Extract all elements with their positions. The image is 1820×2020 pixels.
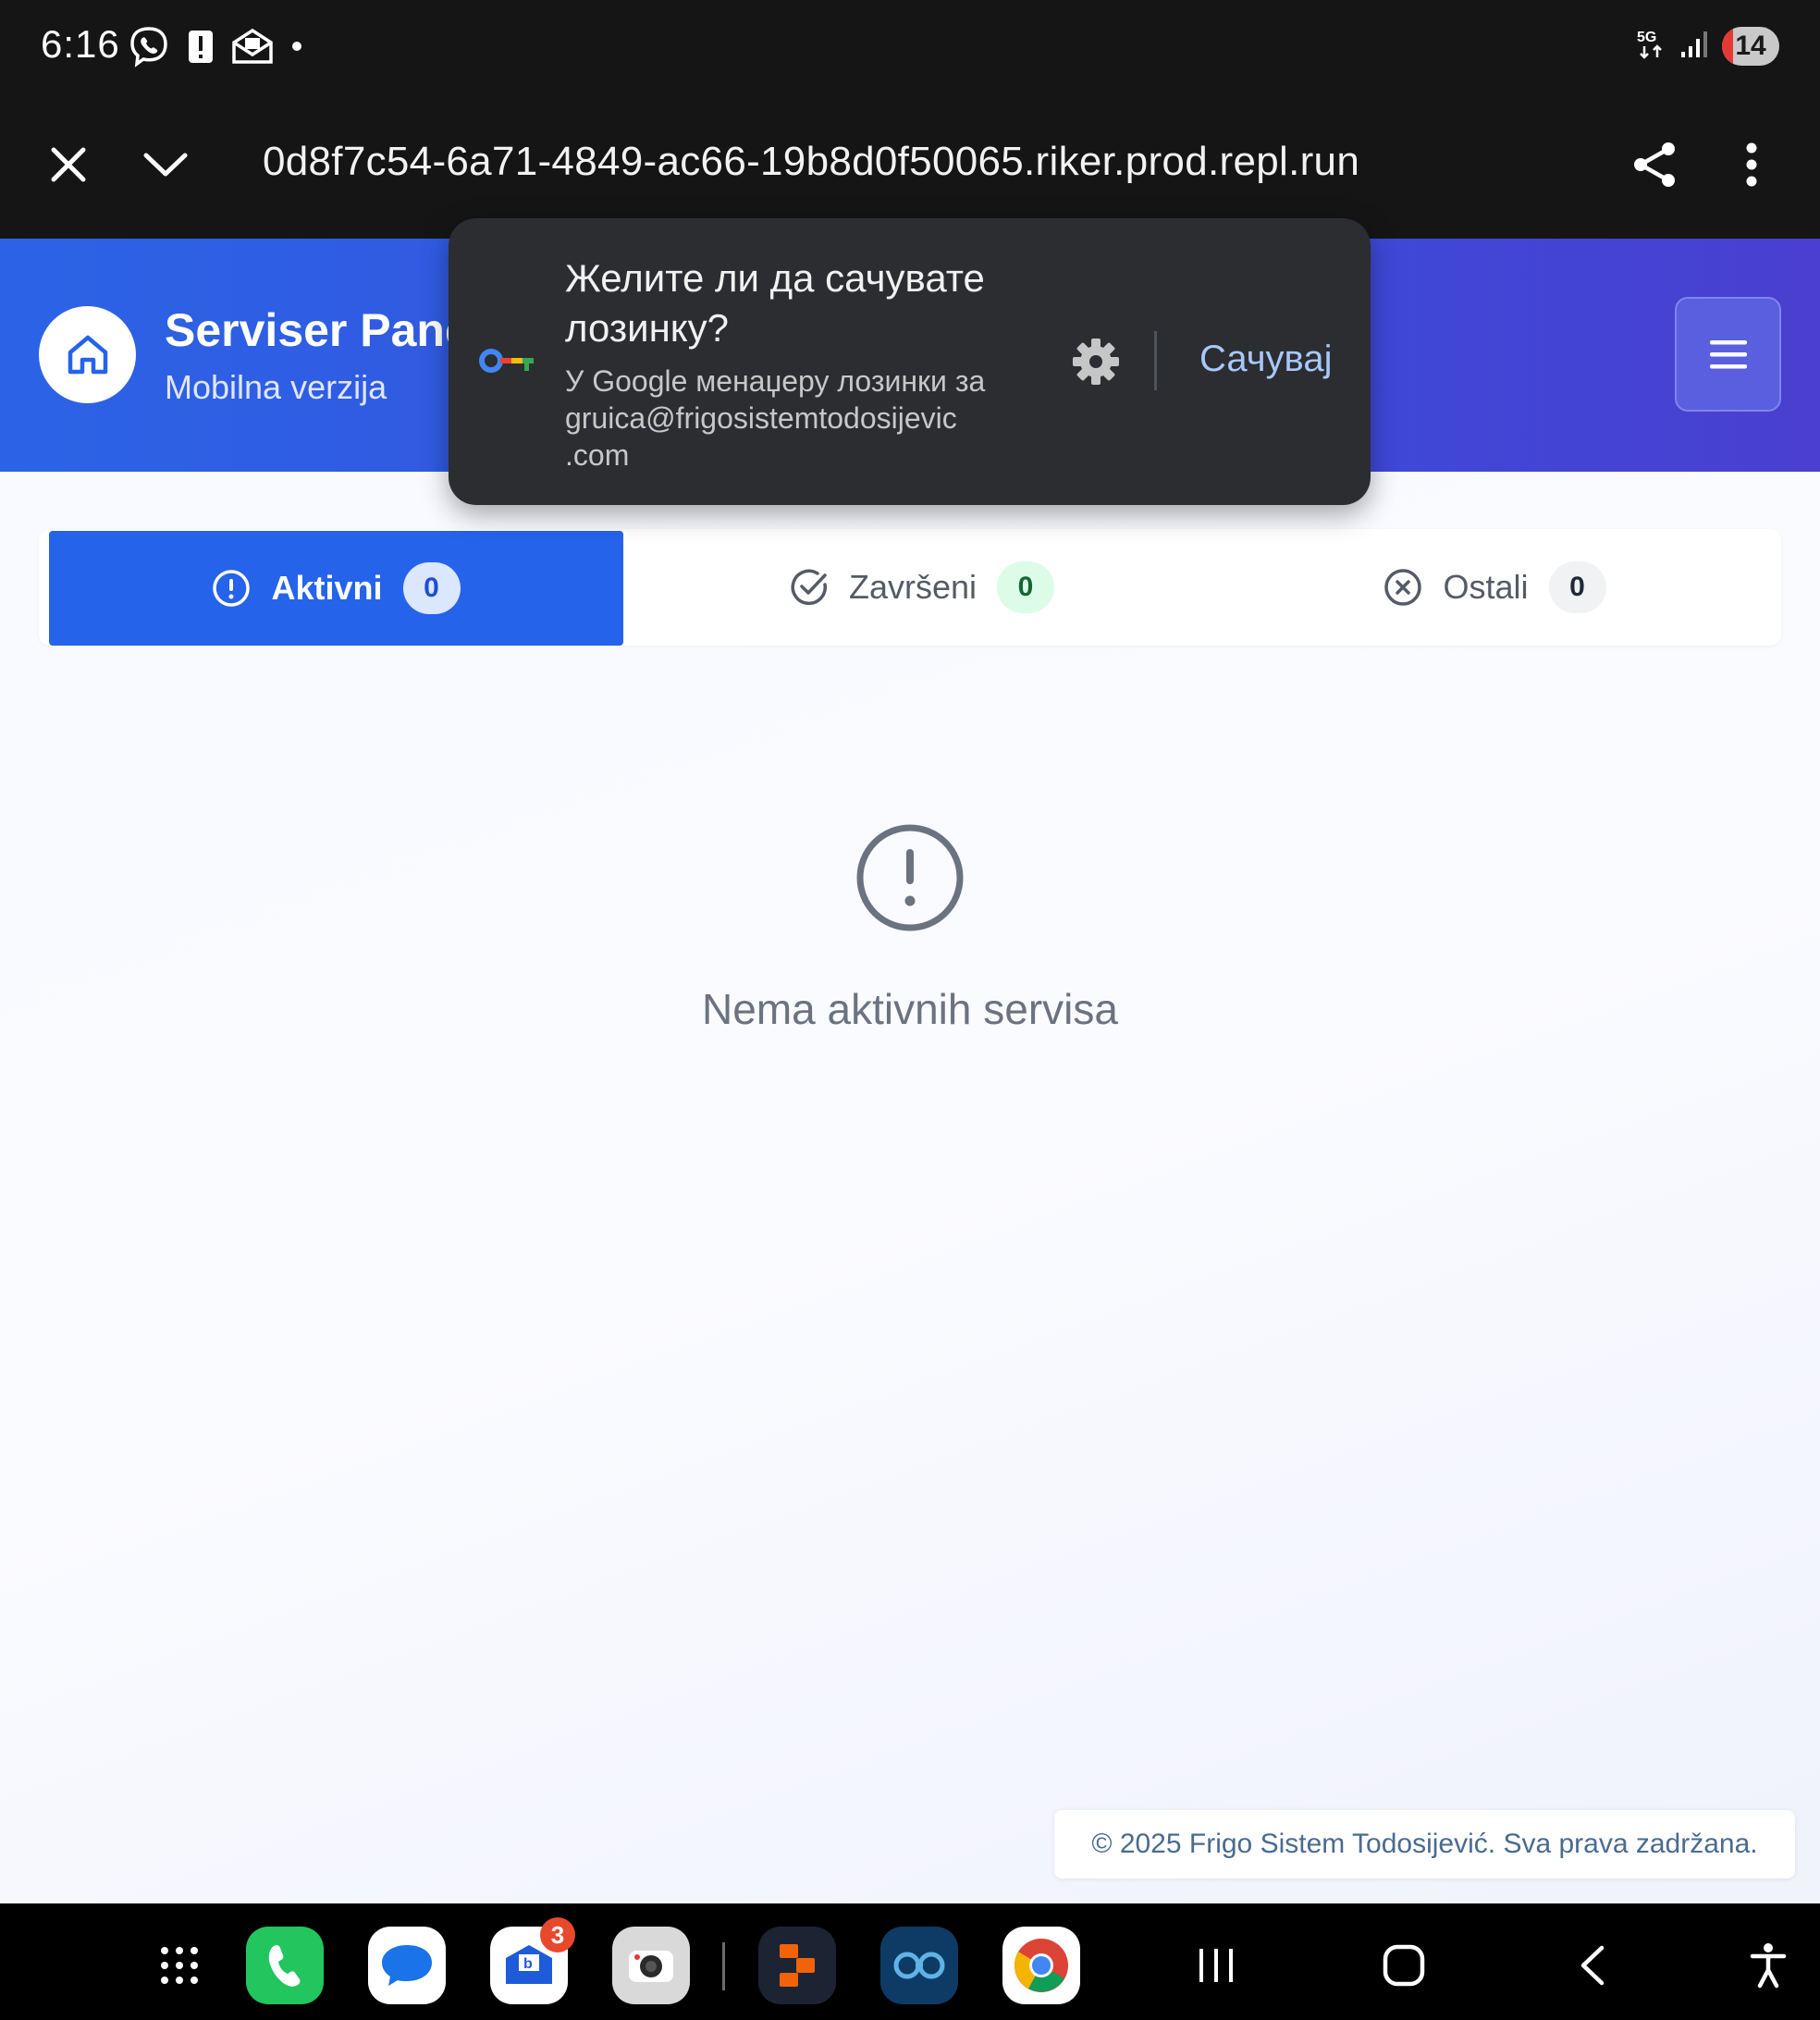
gear-icon bbox=[1073, 339, 1119, 385]
battery-indicator: 14 bbox=[1722, 26, 1779, 66]
count-badge: 0 bbox=[997, 561, 1055, 613]
recents-button[interactable] bbox=[1177, 1927, 1255, 2004]
tab-label: Ostali bbox=[1443, 568, 1529, 606]
tab-label: Aktivni bbox=[271, 569, 383, 607]
share-icon bbox=[1634, 142, 1675, 187]
chevron-down-icon bbox=[143, 153, 188, 177]
recents-icon bbox=[1199, 1949, 1233, 1982]
app-drawer-icon bbox=[161, 1947, 198, 1984]
phone-app[interactable] bbox=[246, 1927, 324, 2004]
tab-label: Završeni bbox=[848, 568, 978, 606]
more-notifications-dot bbox=[292, 42, 301, 51]
messages-app[interactable] bbox=[368, 1927, 446, 2004]
share-button[interactable] bbox=[1625, 135, 1684, 194]
accessibility-button[interactable] bbox=[1729, 1927, 1807, 2004]
save-password-title: Желите ли да сачувате лозинку? bbox=[565, 256, 985, 350]
camera-icon bbox=[612, 1927, 690, 2004]
service-tabs: Aktivni 0 Završeni 0 Ostali 0 bbox=[39, 529, 1781, 646]
hamburger-icon bbox=[1709, 340, 1747, 369]
app-drawer-button[interactable] bbox=[141, 1927, 218, 2004]
empty-state-alert-icon bbox=[855, 823, 965, 937]
mail-notification-badge: 3 bbox=[540, 1917, 575, 1952]
save-password-subtitle: У Google менаџеру лозинки за gruica@frig… bbox=[565, 364, 986, 472]
save-password-button[interactable]: Сачувај bbox=[1199, 339, 1332, 380]
chrome-app[interactable] bbox=[1002, 1927, 1080, 2004]
more-options-button[interactable] bbox=[1722, 135, 1781, 194]
main-content: Aktivni 0 Završeni 0 Ostali 0 Nema aktiv… bbox=[0, 472, 1820, 1903]
notification-icons bbox=[128, 25, 301, 68]
mail-icon: b 3 bbox=[490, 1917, 575, 2004]
replit-app[interactable] bbox=[758, 1927, 836, 2004]
home-nav-button[interactable] bbox=[1365, 1927, 1443, 2004]
mail-app[interactable]: b 3 bbox=[490, 1917, 575, 2004]
viber-icon bbox=[128, 25, 170, 68]
tab-ostali[interactable]: Ostali 0 bbox=[1209, 529, 1781, 646]
home-button[interactable] bbox=[39, 306, 136, 403]
count-badge: 0 bbox=[402, 562, 461, 614]
status-right: 5G 14 bbox=[1635, 26, 1779, 66]
alert-circle-icon bbox=[213, 570, 251, 607]
empty-state-message: Nema aktivnih servisa bbox=[702, 985, 1118, 1033]
accessibility-icon bbox=[1750, 1943, 1787, 1989]
alert-icon bbox=[187, 28, 215, 65]
app-title: Serviser Panel bbox=[165, 304, 484, 356]
password-settings-button[interactable] bbox=[1068, 334, 1124, 389]
close-icon bbox=[51, 147, 86, 182]
tab-aktivni[interactable]: Aktivni 0 bbox=[49, 531, 623, 646]
back-icon bbox=[1580, 1945, 1605, 1986]
save-password-popup: Желите ли да сачувате лозинку? У Google … bbox=[449, 218, 1371, 505]
home-icon bbox=[68, 335, 107, 374]
status-time: 6:16 bbox=[41, 22, 120, 66]
network-5g-icon: 5G bbox=[1635, 26, 1666, 66]
camera-app[interactable] bbox=[612, 1927, 690, 2004]
browser-toolbar: 0d8f7c54-6a71-4849-ac66-19b8d0f50065.rik… bbox=[0, 92, 1820, 239]
chrome-icon bbox=[1002, 1927, 1080, 2004]
svg-text:b: b bbox=[523, 1956, 533, 1972]
signal-icon bbox=[1679, 28, 1709, 64]
x-circle-icon bbox=[1384, 569, 1422, 606]
status-bar: 6:16 5G 14 bbox=[0, 0, 1820, 92]
popup-divider bbox=[1154, 331, 1157, 390]
minimize-button[interactable] bbox=[136, 135, 195, 194]
tab-zavrseni[interactable]: Završeni 0 bbox=[635, 529, 1209, 646]
messages-icon bbox=[368, 1927, 446, 2004]
binoculars-app[interactable] bbox=[880, 1927, 958, 2004]
google-key-icon bbox=[478, 344, 537, 382]
more-vert-icon bbox=[1746, 142, 1757, 187]
app-subtitle: Mobilna verzija bbox=[165, 368, 387, 406]
email-open-icon bbox=[231, 28, 274, 65]
close-tab-button[interactable] bbox=[39, 135, 98, 194]
menu-button[interactable] bbox=[1675, 297, 1781, 412]
check-circle-icon bbox=[791, 569, 827, 606]
count-badge: 0 bbox=[1548, 561, 1606, 613]
copyright-footer: © 2025 Frigo Sistem Todosijević. Sva pra… bbox=[1054, 1810, 1795, 1878]
binoculars-app-icon bbox=[880, 1927, 958, 2004]
phone-icon bbox=[246, 1927, 324, 2004]
svg-text:5G: 5G bbox=[1637, 30, 1656, 45]
home-nav-icon bbox=[1383, 1944, 1425, 1987]
replit-icon bbox=[758, 1927, 836, 2004]
url-text[interactable]: 0d8f7c54-6a71-4849-ac66-19b8d0f50065.rik… bbox=[263, 139, 1359, 185]
back-button[interactable] bbox=[1554, 1927, 1631, 2004]
taskbar: b 3 bbox=[0, 1903, 1820, 2020]
taskbar-divider bbox=[722, 1942, 725, 1990]
